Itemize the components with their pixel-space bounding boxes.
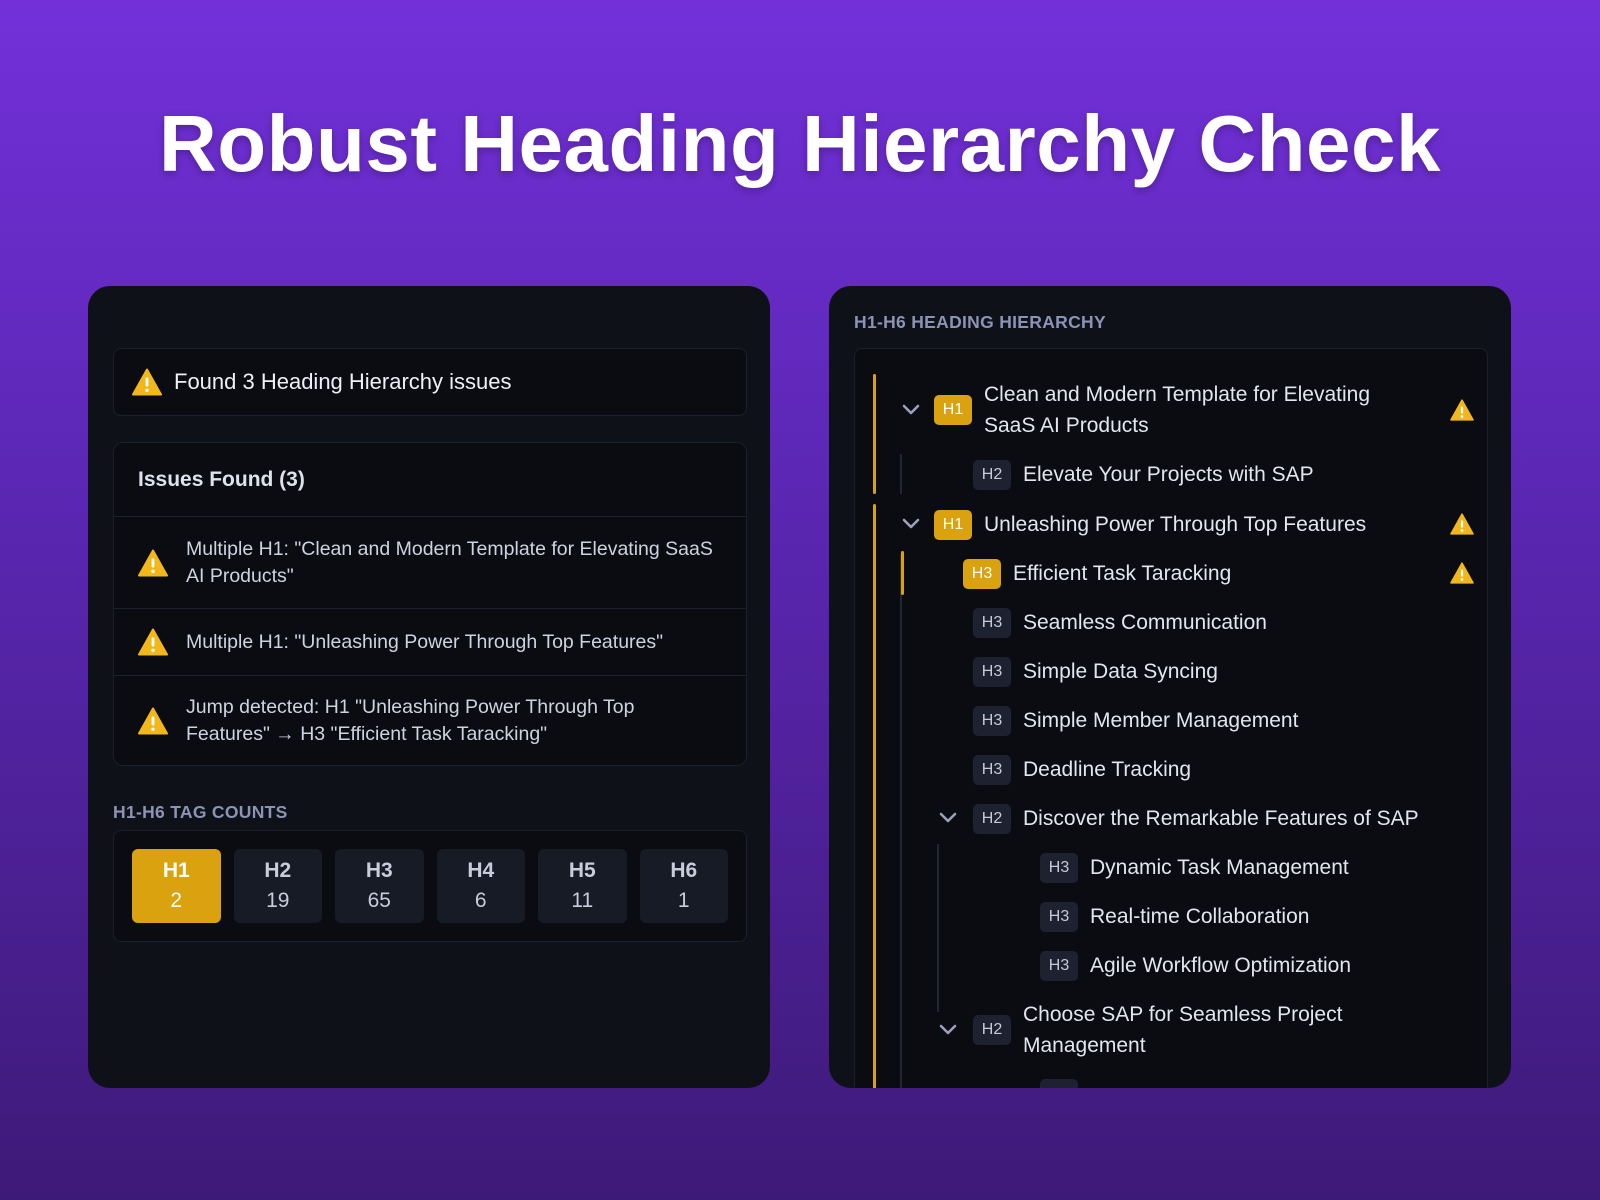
- page-title: Robust Heading Hierarchy Check: [159, 99, 1441, 188]
- count-h1[interactable]: H1 2: [132, 849, 221, 923]
- heading-tag: H3: [973, 705, 1011, 736]
- heading-tag: H3: [1040, 901, 1078, 932]
- tag-counts: H1 2 H2 19 H3 65 H4 6 H5 11 H6 1: [113, 830, 747, 942]
- group-highlight-line: [873, 504, 876, 1088]
- tree-guide-line: [900, 454, 902, 494]
- tree-guide-line: [900, 554, 902, 1088]
- count-tag: H5: [568, 859, 596, 882]
- heading-text: Efficient Task Taracking: [1013, 562, 1232, 585]
- hierarchy-tree: H1 Clean and Modern Template for Elevati…: [854, 348, 1488, 1088]
- tree-item[interactable]: H3 Real-time Collaboration: [1040, 901, 1309, 932]
- group-highlight-line: [873, 374, 876, 494]
- heading-text: Clean and Modern Template for Elevating …: [984, 383, 1371, 437]
- tree-item[interactable]: H3 Seamless Communication: [973, 607, 1267, 638]
- heading-text: Agile Workflow Optimization: [1090, 954, 1352, 977]
- heading-tag: H2: [973, 459, 1011, 490]
- count-value: 1: [677, 889, 690, 912]
- tree-item[interactable]: H1 Clean and Modern Template for Elevati…: [900, 379, 1475, 441]
- issues-header: Issues Found (3): [114, 443, 746, 517]
- tree-item[interactable]: H1 Unleashing Power Through Top Features: [900, 509, 1475, 540]
- count-value: 65: [367, 889, 391, 912]
- hierarchy-label: H1-H6 HEADING HIERARCHY: [854, 312, 1106, 332]
- heading-text: Unleashing Power Through Top Features: [984, 513, 1367, 536]
- issues-alert: Found 3 Heading Hierarchy issues: [113, 348, 747, 416]
- tree-item[interactable]: H2 Discover the Remarkable Features of S…: [937, 803, 1419, 834]
- heading-text: Deadline Tracking: [1023, 758, 1192, 781]
- count-value: 11: [571, 889, 594, 912]
- warning-icon: [132, 368, 162, 396]
- count-h2[interactable]: H2 19: [233, 849, 322, 923]
- tree-item-partial: [1040, 1079, 1078, 1088]
- heading-text: Simple Member Management: [1023, 709, 1299, 732]
- heading-tag: H3: [973, 607, 1011, 638]
- warning-icon: [1450, 399, 1474, 421]
- count-value: 2: [170, 889, 183, 912]
- issue-item[interactable]: Multiple H1: "Clean and Modern Template …: [114, 517, 746, 609]
- chevron-down-icon[interactable]: [937, 1019, 959, 1041]
- heading-tag: H2: [973, 803, 1011, 834]
- heading-text: Simple Data Syncing: [1023, 660, 1218, 683]
- heading-tag: H2: [973, 1015, 1011, 1045]
- heading-text: Dynamic Task Management: [1090, 856, 1349, 879]
- chevron-down-icon[interactable]: [937, 807, 959, 829]
- tree-item[interactable]: H3 Deadline Tracking: [973, 754, 1191, 785]
- issue-text: Jump detected: H1 "Unleashing Power Thro…: [186, 696, 635, 745]
- warning-icon: [138, 628, 168, 656]
- issue-text: Multiple H1: "Unleashing Power Through T…: [186, 630, 664, 653]
- heading-text: Choose SAP for Seamless Project Manageme…: [1023, 1003, 1343, 1057]
- heading-text: Discover the Remarkable Features of SAP: [1023, 807, 1419, 830]
- tag-counts-label: H1-H6 TAG COUNTS: [113, 802, 288, 822]
- tree-guide-line: [937, 844, 939, 1012]
- count-value: 6: [474, 889, 487, 912]
- issue-text: Multiple H1: "Clean and Modern Template …: [186, 537, 713, 587]
- heading-tag: H3: [1040, 852, 1078, 883]
- count-tag: H6: [670, 859, 698, 882]
- alert-text: Found 3 Heading Hierarchy issues: [174, 369, 512, 394]
- heading-tag: H1: [934, 395, 972, 425]
- issue-item[interactable]: Multiple H1: "Unleashing Power Through T…: [114, 609, 746, 676]
- count-h5[interactable]: H5 11: [538, 849, 627, 923]
- tree-item[interactable]: H2 Elevate Your Projects with SAP: [973, 459, 1314, 490]
- issues-panel: Found 3 Heading Hierarchy issues Issues …: [88, 286, 770, 1088]
- heading-tag: H1: [934, 509, 972, 540]
- issues-list: Issues Found (3) Multiple H1: "Clean and…: [113, 442, 747, 766]
- heading-text: Seamless Communication: [1023, 611, 1267, 634]
- heading-tag: H3: [973, 656, 1011, 687]
- warning-icon: [1450, 562, 1474, 584]
- count-h6[interactable]: H6 1: [639, 849, 728, 923]
- warning-icon: [138, 707, 168, 735]
- item-highlight-line: [901, 551, 904, 595]
- heading-text: Real-time Collaboration: [1090, 905, 1310, 928]
- hierarchy-panel: H1-H6 HEADING HIERARCHY H1 Clean and Mod…: [829, 286, 1511, 1088]
- tree-item[interactable]: H3 Dynamic Task Management: [1040, 852, 1349, 883]
- tree-item[interactable]: H3 Simple Member Management: [973, 705, 1298, 736]
- heading-text: Elevate Your Projects with SAP: [1023, 463, 1314, 486]
- warning-icon: [1450, 513, 1474, 535]
- tree-item[interactable]: H3 Agile Workflow Optimization: [1040, 950, 1351, 981]
- heading-tag-partial: [1040, 1079, 1078, 1088]
- heading-tag: H3: [1040, 950, 1078, 981]
- count-h4[interactable]: H4 6: [436, 849, 525, 923]
- heading-tag: H3: [963, 558, 1001, 589]
- count-tag: H4: [467, 859, 495, 882]
- chevron-down-icon[interactable]: [900, 399, 922, 421]
- heading-tag: H3: [973, 754, 1011, 785]
- tree-item[interactable]: H3 Efficient Task Taracking: [963, 558, 1475, 589]
- count-tag: H3: [365, 859, 393, 882]
- chevron-down-icon[interactable]: [900, 513, 922, 535]
- count-tag: H1: [162, 859, 190, 882]
- tree-item[interactable]: H3 Simple Data Syncing: [973, 656, 1218, 687]
- count-h3[interactable]: H3 65: [335, 849, 424, 923]
- count-tag: H2: [264, 859, 292, 882]
- warning-icon: [138, 549, 168, 577]
- tree-item[interactable]: H2 Choose SAP for Seamless Project Manag…: [937, 999, 1457, 1061]
- count-value: 19: [266, 889, 290, 912]
- issue-item[interactable]: Jump detected: H1 "Unleashing Power Thro…: [114, 676, 746, 766]
